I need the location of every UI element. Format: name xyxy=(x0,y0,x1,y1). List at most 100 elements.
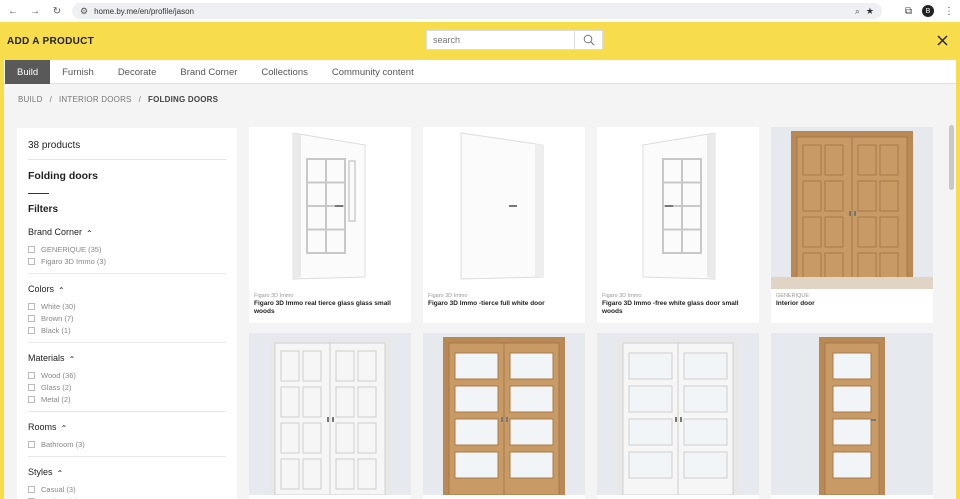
filter-option[interactable]: Metal (2) xyxy=(28,393,226,405)
reload-icon[interactable]: ↻ xyxy=(50,6,64,17)
door-image xyxy=(249,127,411,289)
checkbox[interactable] xyxy=(28,245,35,253)
browser-toolbar: ← → ↻ ⚙ home.by.me/en/profile/jason ⌕ ★ … xyxy=(0,0,960,22)
forward-icon[interactable]: → xyxy=(28,6,42,17)
product-card[interactable]: GENERIQUE Interior door xyxy=(771,127,933,323)
product-card[interactable]: Figaro 3D Immo Figaro 3D Immo -free white… xyxy=(597,127,759,323)
catalog-panel: Build Furnish Decorate Brand Corner Collecti… xyxy=(4,60,956,499)
door-image xyxy=(423,333,585,495)
tab-decorate[interactable]: Decorate xyxy=(106,60,169,84)
filter-group-title: Colors xyxy=(28,284,55,294)
scrollbar[interactable] xyxy=(948,118,955,498)
filter-option-label: Glass (2) xyxy=(41,382,72,392)
zoom-icon[interactable]: ⌕ xyxy=(855,6,860,17)
scrollbar-thumb[interactable] xyxy=(949,125,954,190)
product-name[interactable]: Figaro 3D Immo -free white glass door sm… xyxy=(597,300,759,316)
checkbox[interactable] xyxy=(28,257,35,265)
product-image[interactable] xyxy=(597,333,759,495)
filter-option-label: GENERIQUE (35) xyxy=(41,244,102,254)
filter-group-title: Materials xyxy=(28,353,65,363)
modal-header: ADD A PRODUCT xyxy=(0,22,960,60)
extensions-icon[interactable]: ⧉ xyxy=(905,6,912,17)
filter-option[interactable]: Figaro 3D Immo (3) xyxy=(28,255,226,267)
product-name[interactable]: Figaro 3D Immo real tierce glass glass s… xyxy=(249,300,411,316)
filter-option-label: White (30) xyxy=(41,301,76,311)
product-image[interactable] xyxy=(249,127,411,289)
checkbox[interactable] xyxy=(28,440,35,448)
tab-build[interactable]: Build xyxy=(5,60,51,84)
product-card[interactable] xyxy=(597,333,759,499)
address-bar[interactable]: ⚙ home.by.me/en/profile/jason ⌕ ★ xyxy=(72,3,882,19)
product-card[interactable]: Figaro 3D Immo Figaro 3D Immo real tierce… xyxy=(249,127,411,323)
filter-option[interactable]: Wood (36) xyxy=(28,369,226,381)
door-image xyxy=(249,333,411,495)
bookmark-star-icon[interactable]: ★ xyxy=(866,6,874,17)
checkbox[interactable] xyxy=(28,302,35,310)
filter-option[interactable]: Modern (3) xyxy=(28,495,226,499)
back-icon[interactable]: ← xyxy=(6,6,20,17)
filter-group-title: Styles xyxy=(28,467,53,477)
checkbox[interactable] xyxy=(28,383,35,391)
filter-option[interactable]: GENERIQUE (35) xyxy=(28,243,226,255)
filter-option-label: Wood (36) xyxy=(41,370,76,380)
product-image[interactable] xyxy=(423,333,585,495)
chevron-up-icon: ⌃ xyxy=(68,355,76,364)
chevron-up-icon: ⌃ xyxy=(56,469,64,478)
breadcrumb: BUILD / INTERIOR DOORS / FOLDING DOORS xyxy=(18,95,218,104)
filter-group-header[interactable]: Materials ⌃ xyxy=(28,352,226,364)
profile-avatar[interactable]: B xyxy=(922,5,934,17)
checkbox[interactable] xyxy=(28,485,35,493)
filter-group-header[interactable]: Brand Corner ⌃ xyxy=(28,226,226,238)
breadcrumb-separator: / xyxy=(138,95,142,104)
filter-option[interactable]: Brown (7) xyxy=(28,312,226,324)
filter-option[interactable]: Glass (2) xyxy=(28,381,226,393)
product-image[interactable] xyxy=(423,127,585,289)
door-image xyxy=(597,127,759,289)
product-image[interactable] xyxy=(771,127,933,289)
filter-group-header[interactable]: Colors ⌃ xyxy=(28,283,226,295)
filter-group-title: Brand Corner xyxy=(28,227,83,237)
filter-option-label: Brown (7) xyxy=(41,313,74,323)
menu-icon[interactable]: ⋮ xyxy=(944,6,954,17)
product-brand: Figaro 3D Immo xyxy=(254,293,294,299)
close-icon xyxy=(937,35,947,45)
door-image xyxy=(423,127,585,289)
product-name[interactable]: Figaro 3D Immo -tierce full white door xyxy=(423,300,585,308)
breadcrumb-item[interactable]: BUILD xyxy=(18,95,43,104)
filter-option[interactable]: White (30) xyxy=(28,300,226,312)
filter-option[interactable]: Casual (3) xyxy=(28,483,226,495)
filters-heading: Filters xyxy=(28,204,59,215)
filter-sidebar: 38 products Folding doors Filters Brand … xyxy=(17,128,237,499)
breadcrumb-item[interactable]: INTERIOR DOORS xyxy=(59,95,132,104)
tab-furnish[interactable]: Furnish xyxy=(50,60,106,84)
product-card[interactable]: Figaro 3D Immo Figaro 3D Immo -tierce ful… xyxy=(423,127,585,323)
product-image[interactable] xyxy=(771,333,933,495)
product-card[interactable] xyxy=(423,333,585,499)
product-image[interactable] xyxy=(597,127,759,289)
checkbox[interactable] xyxy=(28,326,35,334)
product-name[interactable]: Interior door xyxy=(771,300,933,308)
breadcrumb-item: FOLDING DOORS xyxy=(148,95,219,104)
tab-collections[interactable]: Collections xyxy=(249,60,319,84)
tab-community-content[interactable]: Community content xyxy=(320,60,426,84)
filter-group-header[interactable]: Rooms ⌃ xyxy=(28,421,226,433)
filter-group-header[interactable]: Styles ⌃ xyxy=(28,466,226,478)
site-info-icon[interactable]: ⚙ xyxy=(80,6,88,17)
close-button[interactable] xyxy=(934,32,950,48)
door-image xyxy=(597,333,759,495)
modal-title: ADD A PRODUCT xyxy=(7,36,95,47)
product-image[interactable] xyxy=(249,333,411,495)
search-input[interactable] xyxy=(427,31,574,49)
search-button[interactable] xyxy=(574,31,602,49)
checkbox[interactable] xyxy=(28,314,35,322)
filter-option-label: Casual (3) xyxy=(41,484,76,494)
product-card[interactable] xyxy=(771,333,933,499)
filter-option[interactable]: Black (1) xyxy=(28,324,226,336)
product-brand: Figaro 3D Immo xyxy=(602,293,642,299)
checkbox[interactable] xyxy=(28,371,35,379)
product-card[interactable] xyxy=(249,333,411,499)
filter-option[interactable]: Bathroom (3) xyxy=(28,438,226,450)
checkbox[interactable] xyxy=(28,395,35,403)
category-tabs: Build Furnish Decorate Brand Corner Collecti… xyxy=(4,60,956,84)
tab-brand-corner[interactable]: Brand Corner xyxy=(168,60,249,84)
